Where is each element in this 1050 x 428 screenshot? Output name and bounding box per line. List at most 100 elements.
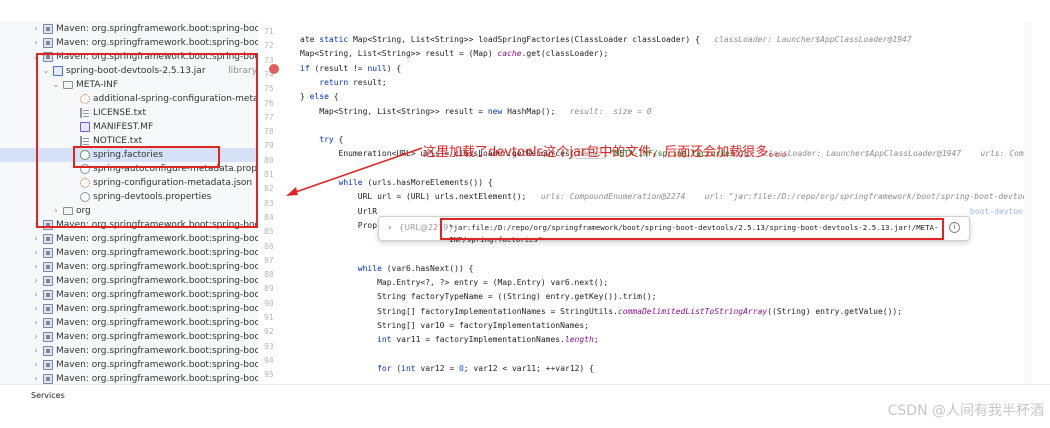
line-number: 75: [264, 84, 274, 94]
json-file-icon: [80, 178, 90, 188]
tree-row[interactable]: NOTICE.txt: [0, 134, 258, 148]
line-number: 91: [264, 313, 274, 322]
line-number: 92: [264, 327, 274, 337]
code-line[interactable]: Map.Entry<?, ?> entry = (Map.Entry) var6…: [300, 276, 608, 290]
chevron-right-icon[interactable]: ›: [31, 36, 41, 50]
tree-row[interactable]: › Maven: org.springframework.boot:spring-…: [0, 260, 258, 274]
chevron-right-icon[interactable]: ›: [31, 232, 41, 246]
watermark: CSDN @人间有我半杯酒: [887, 403, 1044, 419]
chevron-right-icon[interactable]: ›: [31, 218, 41, 232]
line-number: 71: [264, 27, 274, 36]
code-line[interactable]: Prop: [300, 219, 377, 233]
tree-row-label: additional-spring-configuration-metadata…: [93, 94, 258, 104]
tree-row-label: Maven: org.springframework.boot:spring-b…: [56, 332, 258, 342]
code-line[interactable]: int var11 = factoryImplementationNames.l…: [300, 333, 599, 347]
url-value[interactable]: "jar:file:/D:/repo/org/springframework/b…: [445, 222, 969, 244]
line-number: 86: [264, 241, 274, 251]
tree-row-label: spring.factories: [93, 150, 163, 160]
tree-row[interactable]: › Maven: org.springframework.boot:spring-…: [0, 288, 258, 302]
tree-row-label: Maven: org.springframework.boot:spring-b…: [56, 220, 258, 230]
code-line[interactable]: String[] var10 = factoryImplementationNa…: [300, 319, 589, 333]
line-number: 89: [264, 284, 274, 294]
line-number: 85: [264, 227, 274, 237]
info-icon[interactable]: i: [949, 222, 960, 233]
tree-row[interactable]: additional-spring-configuration-metadata…: [0, 92, 258, 106]
debug-value-popup[interactable]: › {URL@2279} "jar:file:/D:/repo/org/spri…: [378, 216, 970, 244]
library-icon: [43, 290, 53, 300]
chevron-right-icon[interactable]: ›: [31, 372, 41, 384]
chevron-right-icon[interactable]: ›: [31, 316, 41, 330]
tree-row-label: Maven: org.springframework.boot:spring-b…: [56, 290, 258, 300]
expand-chevron-icon[interactable]: ›: [388, 223, 392, 233]
library-icon: [43, 38, 53, 48]
tree-row[interactable]: MANIFEST.MF: [0, 120, 258, 134]
text-file-icon: [80, 108, 90, 118]
chevron-right-icon[interactable]: ›: [31, 288, 41, 302]
chevron-right-icon[interactable]: ›: [31, 22, 41, 36]
chevron-right-icon[interactable]: ›: [31, 246, 41, 260]
tree-row[interactable]: › Maven: org.springframework.boot:spring-…: [0, 316, 258, 330]
tree-row[interactable]: › Maven: org.springframework.boot:spring-…: [0, 372, 258, 384]
line-number: 72: [264, 41, 274, 51]
tree-row[interactable]: ⌄ Maven: org.springframework.boot:spring-…: [0, 50, 258, 64]
code-line[interactable]: return result;: [300, 76, 386, 90]
tree-row[interactable]: › Maven: org.springframework.boot:spring-…: [0, 302, 258, 316]
line-number: 76: [264, 98, 274, 108]
tree-row[interactable]: › Maven: org.springframework.boot:spring-…: [0, 274, 258, 288]
tree-row[interactable]: › Maven: org.springframework.boot:spring-…: [0, 358, 258, 372]
manifest-file-icon: [80, 122, 90, 132]
tree-row[interactable]: › Maven: org.springframework.boot:spring-…: [0, 22, 258, 36]
chevron-right-icon[interactable]: ›: [31, 260, 41, 274]
tree-row[interactable]: › Maven: org.springframework.boot:spring-…: [0, 330, 258, 344]
chevron-down-icon[interactable]: ⌄: [31, 50, 41, 64]
tree-row-label: spring-autoconfigure-metadata.properties: [93, 164, 258, 174]
code-line[interactable]: String factoryTypeName = ((String) entry…: [300, 290, 656, 304]
chevron-right-icon[interactable]: ›: [31, 344, 41, 358]
code-line[interactable]: while (var6.hasNext()) {: [300, 262, 474, 276]
chevron-right-icon[interactable]: ›: [51, 204, 61, 218]
tree-row-label: Maven: org.springframework.boot:spring-b…: [56, 52, 258, 62]
chevron-right-icon[interactable]: ›: [31, 302, 41, 316]
code-line[interactable]: ate static Map<String, List<String>> loa…: [300, 33, 912, 47]
chevron-down-icon[interactable]: ⌄: [51, 78, 61, 92]
code-line[interactable]: } else {: [300, 90, 339, 104]
tree-row[interactable]: › Maven: org.springframework.boot:spring-…: [0, 232, 258, 246]
tree-row[interactable]: › org: [0, 204, 258, 218]
code-line[interactable]: UrlR: [300, 205, 377, 219]
library-icon: [43, 24, 53, 34]
properties-file-icon: [80, 164, 90, 174]
tree-row-label: Maven: org.springframework.boot:spring-b…: [56, 346, 258, 356]
tree-row[interactable]: ⌄ META-INF: [0, 78, 258, 92]
line-number: 78: [264, 127, 274, 137]
chevron-right-icon[interactable]: ›: [31, 358, 41, 372]
chevron-right-icon[interactable]: ›: [31, 274, 41, 288]
tree-row-label: Maven: org.springframework.boot:spring-b…: [56, 234, 258, 244]
tree-row[interactable]: › Maven: org.springframework.boot:spring-…: [0, 36, 258, 50]
tree-row[interactable]: LICENSE.txt: [0, 106, 258, 120]
library-icon: [43, 234, 53, 244]
tree-row[interactable]: spring-configuration-metadata.json: [0, 176, 258, 190]
tree-row[interactable]: spring-devtools.properties: [0, 190, 258, 204]
code-line[interactable]: String[] factoryImplementationNames = St…: [300, 305, 902, 319]
annotation-text: 这里加载了devtools这个jar包中的文件，后面还会加载很多。。。: [423, 145, 795, 160]
tree-row[interactable]: ⌄ spring-boot-devtools-2.5.13.jar library …: [0, 64, 258, 78]
tree-row[interactable]: › Maven: org.springframework.boot:spring-…: [0, 218, 258, 232]
breakpoint-icon[interactable]: [269, 64, 279, 74]
code-line[interactable]: for (int var12 = 0; var12 < var11; ++var…: [300, 362, 594, 376]
code-line[interactable]: Map<String, List<String>> result = new H…: [300, 105, 651, 119]
code-line[interactable]: if (result != null) {: [300, 62, 401, 76]
library-root-label: library root: [228, 66, 258, 76]
tree-row[interactable]: › Maven: org.springframework.boot:spring-…: [0, 246, 258, 260]
editor-scrollbar[interactable]: [1024, 22, 1032, 384]
services-label[interactable]: Services: [31, 391, 65, 400]
tree-row[interactable]: spring.factories: [0, 148, 258, 162]
text-file-icon: [80, 136, 90, 146]
line-number: 95: [264, 370, 274, 380]
tree-row[interactable]: spring-autoconfigure-metadata.properties: [0, 162, 258, 176]
tree-row-label: Maven: org.springframework.boot:spring-b…: [56, 262, 258, 272]
chevron-down-icon[interactable]: ⌄: [41, 64, 51, 78]
project-tree[interactable]: › Maven: org.springframework.boot:spring-…: [0, 22, 258, 384]
chevron-right-icon[interactable]: ›: [31, 330, 41, 344]
code-line[interactable]: Map<String, List<String>> result = (Map)…: [300, 47, 608, 61]
tree-row[interactable]: › Maven: org.springframework.boot:spring-…: [0, 344, 258, 358]
